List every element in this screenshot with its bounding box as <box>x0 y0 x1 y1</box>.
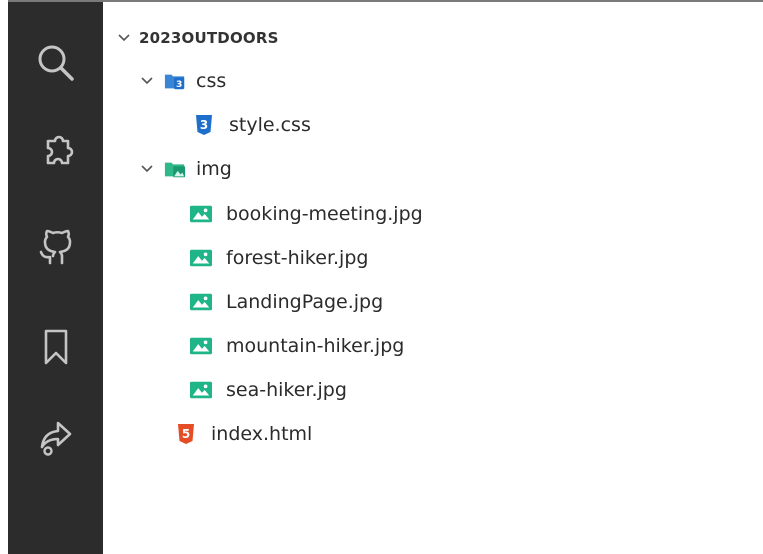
image-file-icon <box>190 335 212 357</box>
file-label: mountain-hiker.jpg <box>226 335 405 357</box>
file-label: forest-hiker.jpg <box>226 247 369 269</box>
folder-row-css[interactable]: 3 css <box>103 59 763 103</box>
chevron-down-icon[interactable] <box>138 160 156 178</box>
file-row-forest-hiker[interactable]: forest-hiker.jpg <box>103 236 763 280</box>
image-folder-icon <box>164 158 186 180</box>
css-file-icon: 3 <box>193 114 215 136</box>
image-file-icon <box>190 203 212 225</box>
file-row-mountain-hiker[interactable]: mountain-hiker.jpg <box>103 324 763 368</box>
image-file-icon <box>190 247 212 269</box>
file-label: booking-meeting.jpg <box>226 203 423 225</box>
file-row-style-css[interactable]: 3 style.css <box>103 103 763 147</box>
live-share-icon[interactable] <box>8 397 103 477</box>
css-folder-icon: 3 <box>164 70 186 92</box>
file-row-booking-meeting[interactable]: booking-meeting.jpg <box>103 192 763 236</box>
file-row-index-html[interactable]: 5 index.html <box>103 412 763 456</box>
root-folder-label: 2023OUTDOORS <box>139 29 279 47</box>
search-icon[interactable] <box>8 23 103 103</box>
file-label: index.html <box>211 423 313 445</box>
folder-label-img: img <box>196 158 232 180</box>
file-label: style.css <box>229 114 311 136</box>
window-left-edge <box>0 0 8 554</box>
folder-label-css: css <box>196 70 227 92</box>
svg-text:5: 5 <box>182 427 190 441</box>
folder-row-img[interactable]: img <box>103 147 763 191</box>
explorer-sidebar: 2023OUTDOORS 3 css 3 style.css img booki… <box>103 2 763 554</box>
folder-row-root[interactable]: 2023OUTDOORS <box>103 16 763 60</box>
image-file-icon <box>190 291 212 313</box>
extensions-icon[interactable] <box>8 115 103 195</box>
svg-text:3: 3 <box>176 79 182 90</box>
svg-text:3: 3 <box>200 118 208 132</box>
file-label: LandingPage.jpg <box>226 291 384 313</box>
chevron-down-icon[interactable] <box>138 72 156 90</box>
html-file-icon: 5 <box>175 423 197 445</box>
image-file-icon <box>190 379 212 401</box>
github-icon[interactable] <box>8 207 103 287</box>
file-label: sea-hiker.jpg <box>226 379 347 401</box>
file-row-landing-page[interactable]: LandingPage.jpg <box>103 280 763 324</box>
activity-bar <box>8 2 103 554</box>
chevron-down-icon[interactable] <box>115 29 133 47</box>
bookmark-icon[interactable] <box>8 307 103 387</box>
file-row-sea-hiker[interactable]: sea-hiker.jpg <box>103 368 763 412</box>
